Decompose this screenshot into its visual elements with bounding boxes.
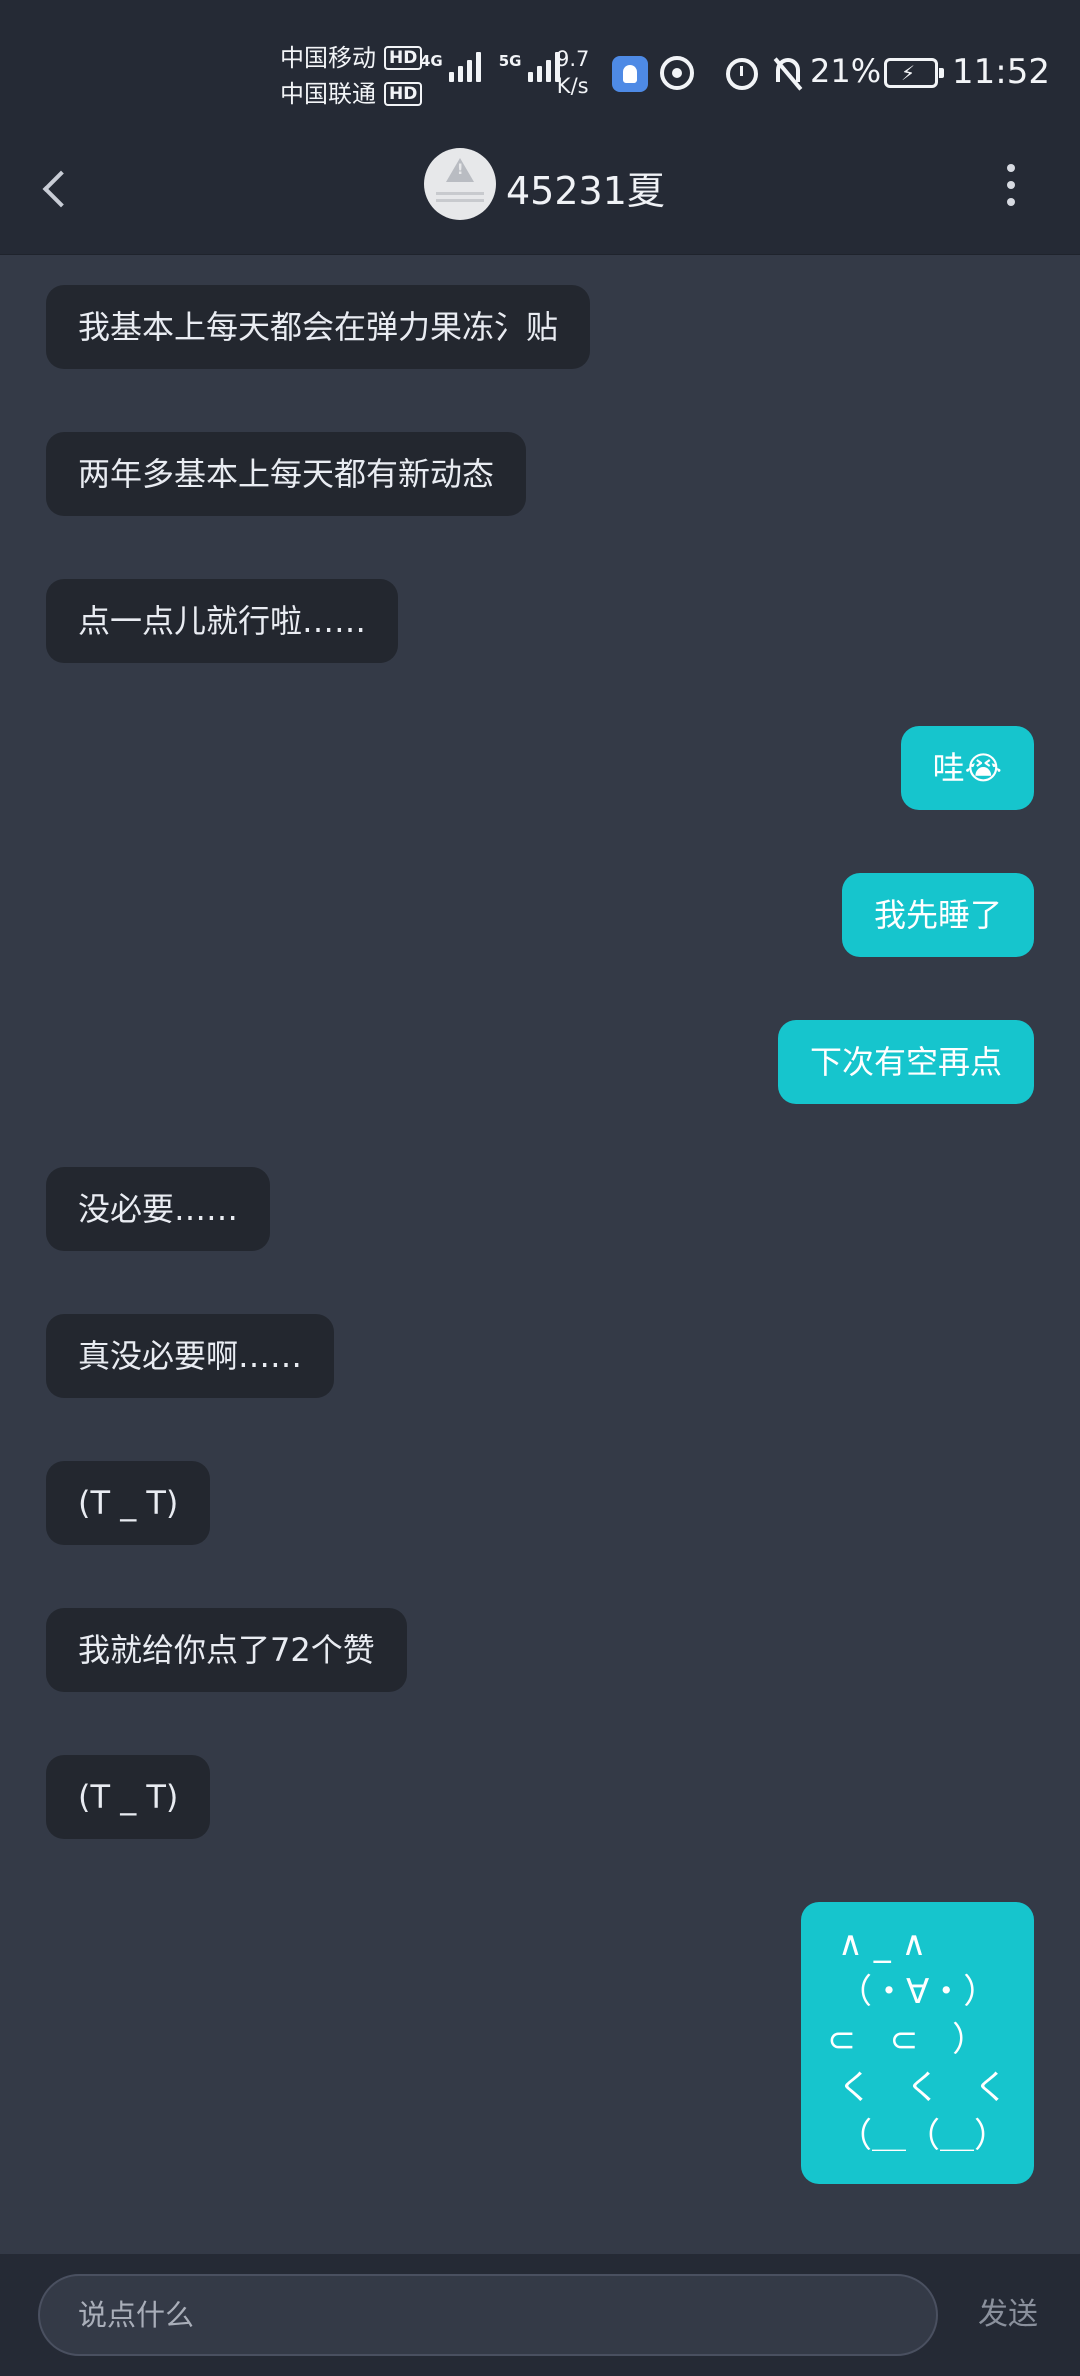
message-bubble-sent[interactable]: 我先睡了 — [841, 873, 1034, 957]
battery-charging-icon: ⚡ — [884, 58, 944, 88]
chevron-left-icon[interactable] — [30, 160, 80, 220]
message-bubble-received[interactable]: 我基本上每天都会在弹力果冻氵贴 — [46, 285, 591, 369]
message-bubble-received[interactable]: 没必要…… — [46, 1167, 271, 1251]
message-bubble-received[interactable]: (T _ T) — [46, 1461, 211, 1545]
signal-indicators: 4G 5G — [420, 52, 560, 82]
chat-header: 45231夏 — [0, 130, 1080, 255]
carrier-info: 中国移动 HD 中国联通 HD — [280, 40, 423, 112]
signal-icon: 4G — [420, 52, 481, 82]
bell-off-icon — [772, 56, 804, 91]
carrier-1: 中国移动 — [280, 44, 376, 72]
network-type-label: 4G — [420, 52, 443, 70]
carrier-2: 中国联通 — [280, 80, 376, 108]
alarm-icon — [726, 58, 758, 90]
message-input[interactable]: 说点什么 — [38, 2274, 938, 2356]
hotspot-icon — [660, 56, 694, 90]
avatar[interactable] — [424, 148, 496, 220]
speed-value: 9.7 — [556, 47, 590, 71]
message-bubble-sent[interactable]: 哇😭 — [900, 726, 1034, 810]
message-bubble-received[interactable]: 我就给你点了72个赞 — [46, 1608, 407, 1692]
hd-badge: HD — [384, 46, 423, 70]
compose-bar: 说点什么 发送 — [0, 2254, 1080, 2376]
message-bubble-received[interactable]: 真没必要啊…… — [46, 1314, 335, 1398]
battery-percent: 21% — [810, 52, 882, 90]
status-bar: 中国移动 HD 中国联通 HD 4G 5G 9.7 K/s 21% ⚡ 11:52 — [0, 0, 1080, 130]
message-bubble-sent-ascii-art[interactable]: ∧ _ ∧ （・∀・） ⊂ ⊂ ） く く く （＿（＿） — [801, 1902, 1034, 2184]
network-type-label: 5G — [498, 52, 522, 70]
message-bubble-sent[interactable]: 下次有空再点 — [777, 1020, 1034, 1104]
message-bubble-received[interactable]: 两年多基本上每天都有新动态 — [46, 432, 527, 516]
message-bubble-received[interactable]: 点一点儿就行啦…… — [46, 579, 399, 663]
signal-icon: 5G — [499, 52, 560, 82]
chat-title[interactable]: 45231夏 — [506, 160, 665, 215]
clock: 11:52 — [952, 52, 1050, 92]
message-bubble-received[interactable]: (T _ T) — [46, 1755, 211, 1839]
send-button[interactable]: 发送 — [978, 2274, 1038, 2356]
app-notification-icon — [612, 56, 648, 92]
speed-unit: K/s — [556, 74, 589, 98]
network-speed: 9.7 K/s — [556, 46, 589, 100]
more-vertical-icon[interactable] — [996, 164, 1026, 214]
hd-badge: HD — [384, 82, 423, 106]
